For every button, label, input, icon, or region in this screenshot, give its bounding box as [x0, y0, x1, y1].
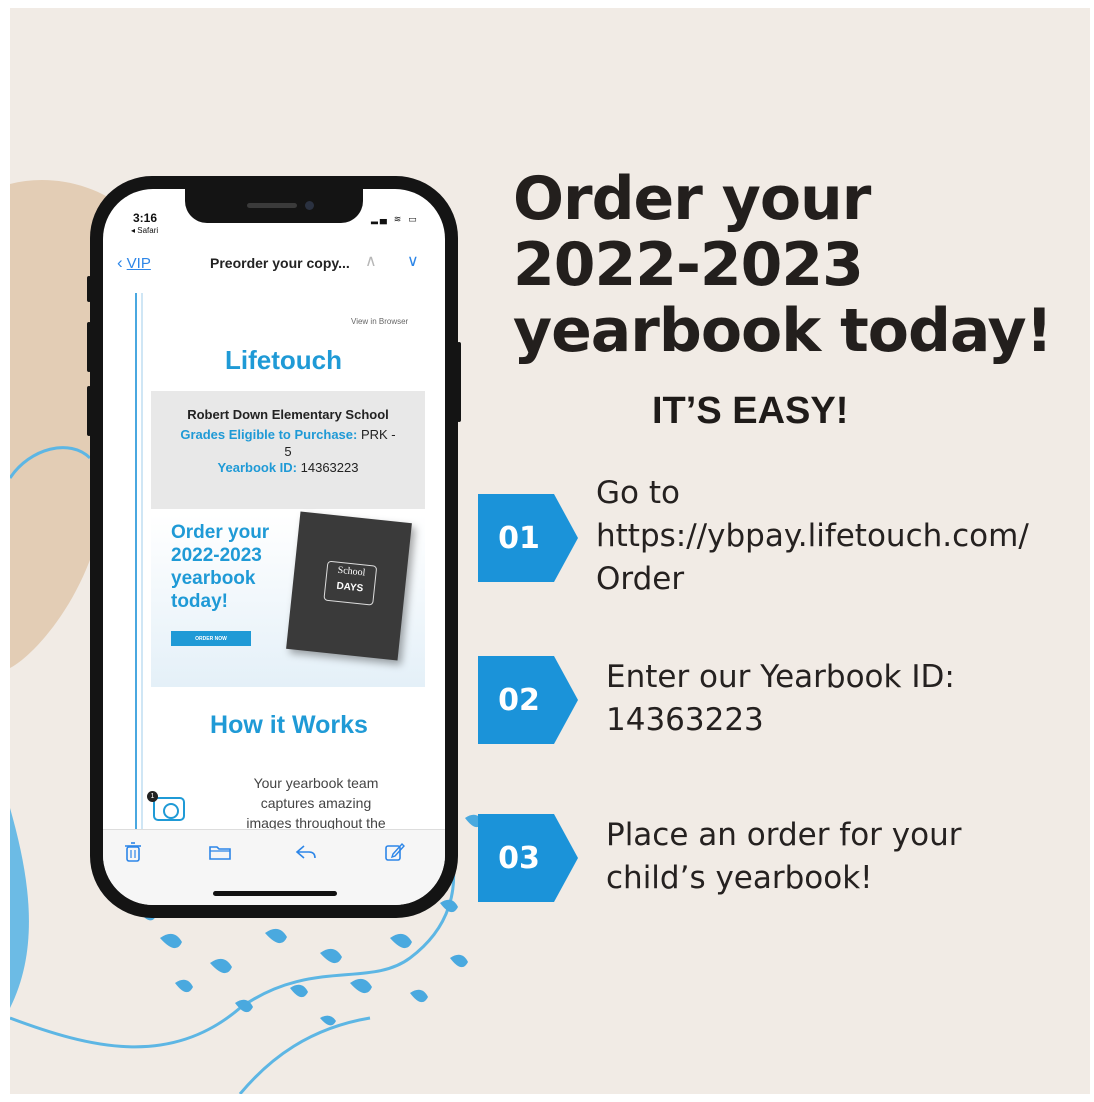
how-it-works-text: Your yearbook team captures amazing imag…: [211, 773, 421, 833]
lifetouch-logo: Lifetouch: [225, 345, 342, 375]
school-name: Robert Down Elementary School: [187, 407, 389, 422]
phone-notch: [185, 189, 363, 223]
promo-title-line-2: 2022-2023: [171, 545, 262, 566]
chevron-left-icon: ‹: [117, 253, 123, 272]
mail-back-button[interactable]: ‹ VIP: [117, 253, 151, 273]
reply-icon[interactable]: [295, 844, 317, 860]
speaker-grille: [247, 203, 297, 208]
trash-icon[interactable]: [125, 842, 141, 862]
compose-icon[interactable]: [385, 842, 405, 862]
headline-line-2: 2022-2023: [513, 230, 864, 300]
view-in-browser-link[interactable]: View in Browser: [351, 317, 408, 326]
status-signal-wifi-battery-icons: ▂▄ ≋ ▭: [371, 215, 419, 225]
step-1-text: Go to https://ybpay.lifetouch.com/ Order: [596, 472, 1029, 601]
step-1-url[interactable]: https://ybpay.lifetouch.com/: [596, 515, 1029, 558]
status-back-to-safari[interactable]: ◂ Safari: [131, 226, 158, 235]
camera-icon: [153, 797, 185, 821]
step-1-line-1: Go to: [596, 475, 680, 511]
phone-mockup: 3:16 ◂ Safari ▂▄ ≋ ▭ ‹ VIP Preorder your …: [90, 176, 458, 918]
mail-back-label: VIP: [126, 255, 151, 272]
yearbook-id-label: Yearbook ID:: [217, 460, 297, 475]
step-3-line-2: child’s yearbook!: [606, 860, 873, 896]
order-promo-banner: Order your 2022-2023 yearbook today! ORD…: [151, 511, 425, 687]
subhead-its-easy: IT’S EASY!: [652, 390, 849, 432]
mail-nav-bar: ‹ VIP Preorder your copy... ∧ ∨: [103, 247, 445, 287]
front-camera: [305, 201, 314, 210]
camera-step-badge: 1: [147, 791, 158, 802]
how-text-line-1: Your yearbook team: [253, 775, 379, 791]
thread-indicator-bar: [135, 293, 143, 833]
mail-subject: Preorder your copy...: [210, 255, 350, 271]
book-cover-days: DAYS: [335, 580, 364, 595]
grades-value: PRK -: [360, 427, 396, 442]
blue-curve-line-bottom-2: [238, 1016, 371, 1094]
promo-title: Order your 2022-2023 yearbook today!: [171, 521, 301, 613]
grades-label: Grades Eligible to Purchase:: [180, 427, 358, 442]
status-time: 3:16: [133, 211, 158, 225]
step-2-line-2: 14363223: [606, 702, 764, 738]
flyer-canvas: Order your 2022-2023 yearbook today! IT’…: [10, 8, 1090, 1094]
book-cover-title: School DAYS: [323, 560, 378, 606]
blue-blob-shape: [10, 808, 29, 1008]
chevron-down-icon[interactable]: ∨: [407, 251, 419, 270]
how-text-line-2: captures amazing: [260, 795, 372, 811]
promo-title-line-4: today!: [171, 591, 228, 612]
order-now-button[interactable]: ORDER NOW: [171, 631, 251, 646]
main-headline: Order your 2022-2023 yearbook today!: [513, 166, 1073, 364]
how-it-works-heading: How it Works: [210, 711, 368, 739]
yearbook-id-value: 14363223: [300, 460, 359, 475]
grades-value-cont: 5: [284, 444, 292, 459]
yearbook-cover-image: School DAYS: [286, 511, 412, 661]
yearbook-id: Yearbook ID: 14363223: [151, 460, 425, 475]
headline-line-3: yearbook today!: [513, 296, 1053, 366]
promo-title-line-3: yearbook: [171, 568, 256, 589]
step-3-line-1: Place an order for your: [606, 817, 962, 853]
home-indicator[interactable]: [213, 891, 337, 896]
grades-eligible: Grades Eligible to Purchase: PRK - 5: [151, 426, 425, 460]
chevron-up-icon[interactable]: ∧: [365, 251, 377, 270]
folder-icon[interactable]: [209, 844, 231, 860]
step-1-line-3: Order: [596, 561, 685, 597]
headline-line-1: Order your: [513, 164, 871, 234]
promo-title-line-1: Order your: [171, 522, 270, 543]
phone-screen: 3:16 ◂ Safari ▂▄ ≋ ▭ ‹ VIP Preorder your …: [103, 189, 445, 905]
book-cover-script: School: [337, 564, 366, 579]
step-3-text: Place an order for your child’s yearbook…: [606, 814, 961, 900]
step-2-text: Enter our Yearbook ID: 14363223: [606, 656, 955, 742]
school-info-box: Robert Down Elementary School Grades Eli…: [151, 391, 425, 509]
step-2-line-1: Enter our Yearbook ID:: [606, 659, 955, 695]
